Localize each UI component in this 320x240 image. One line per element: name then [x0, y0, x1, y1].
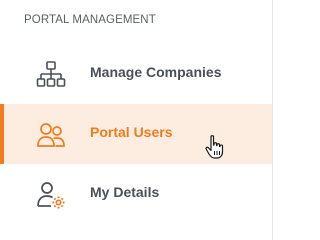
sidebar-item-manage-companies[interactable]: Manage Companies — [0, 44, 272, 104]
user-settings-icon — [36, 180, 66, 210]
hand-pointer-icon — [204, 134, 226, 160]
sidebar-item-my-details[interactable]: My Details — [0, 164, 272, 224]
sitemap-icon — [36, 60, 66, 90]
section-heading: PORTAL MANAGEMENT — [24, 14, 156, 26]
sidebar-item-portal-users[interactable]: Portal Users — [0, 104, 272, 164]
sidebar: PORTAL MANAGEMENT Manage Companies Porta… — [0, 0, 273, 240]
sidebar-item-label: Portal Users — [90, 124, 173, 140]
users-icon — [36, 120, 66, 150]
sidebar-item-label: Manage Companies — [90, 64, 222, 80]
sidebar-item-label: My Details — [90, 184, 160, 200]
